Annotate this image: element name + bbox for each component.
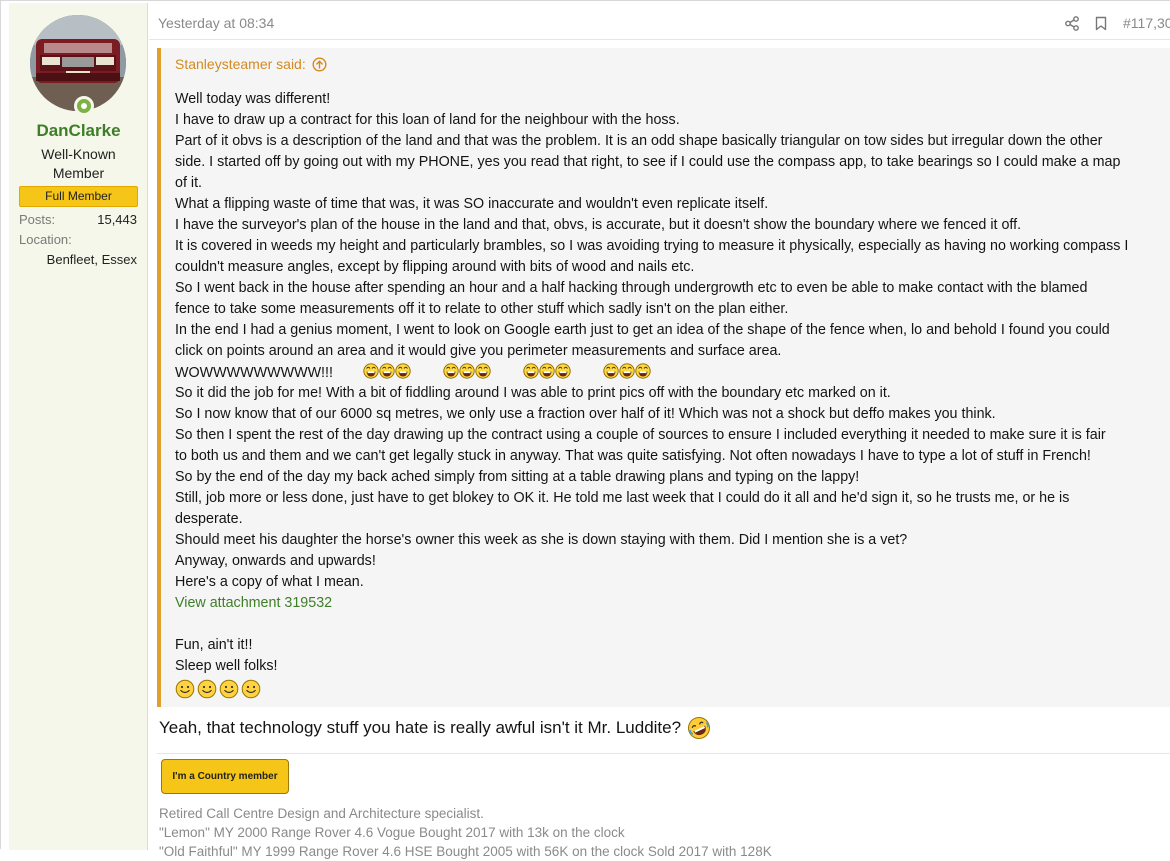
wow-line: WOWWWWWWWWW!!!: [175, 362, 1170, 383]
post-main: Yesterday at 08:34 #117,300: [149, 1, 1170, 859]
post-actions: #117,300: [1065, 13, 1170, 33]
quote-line: of it.: [175, 175, 203, 191]
quote-line: It is covered in weeds my height and par…: [175, 238, 1129, 254]
quote-line: So it did the job for me! With a bit of …: [175, 385, 891, 401]
quote-line: So then I spent the rest of the day draw…: [175, 427, 1106, 443]
wow-text: WOWWWWWWWWW!!!: [175, 365, 333, 381]
user-info-panel: DanClarke Well-Known Member Full Member …: [9, 3, 148, 850]
quote-line: Sleep well folks!: [175, 658, 278, 674]
signature-divider: [157, 753, 1170, 754]
quote-line: What a flipping waste of time that was, …: [175, 196, 769, 212]
attachment-link[interactable]: View attachment 319532: [175, 593, 1170, 614]
quote-line: Here's a copy of what I mean.: [175, 574, 364, 590]
smiley-icon: [241, 679, 261, 699]
quote-line: Fun, ain't it!!: [175, 637, 253, 653]
quote-line: I have the surveyor's plan of the house …: [175, 217, 1022, 233]
user-title: Well-Known Member: [41, 146, 116, 181]
user-banner: Full Member: [19, 186, 138, 207]
laughing-emoji-icon: [603, 363, 651, 379]
quote-line: So I went back in the house after spendi…: [175, 280, 1088, 296]
quote-attribution[interactable]: Stanleysteamer said:: [175, 56, 327, 72]
username[interactable]: DanClarke: [9, 121, 148, 141]
reply-text: Yeah, that technology stuff you hate is …: [159, 716, 711, 740]
quote-block: Stanleysteamer said: Well today was diff…: [157, 48, 1170, 707]
quote-line: click on points around an area and it wo…: [175, 343, 782, 359]
smiley-icon: [175, 679, 195, 699]
signature-line: "Lemon" MY 2000 Range Rover 4.6 Vogue Bo…: [159, 825, 625, 840]
reply-message: Yeah, that technology stuff you hate is …: [159, 718, 682, 737]
quote-line: Should meet his daughter the horse's own…: [175, 532, 908, 548]
post-number-link[interactable]: #117,300: [1123, 15, 1170, 31]
laughing-emoji-icon: [443, 363, 491, 379]
quote-line: to both us and them and we can't get leg…: [175, 448, 1091, 464]
post-date[interactable]: Yesterday at 08:34: [158, 15, 274, 31]
smiley-icon: [197, 679, 217, 699]
quote-line: Part of it obvs is a description of the …: [175, 133, 1103, 149]
signature-line: Retired Call Centre Design and Architect…: [159, 806, 484, 821]
quote-body: Well today was different! I have to draw…: [175, 89, 1170, 699]
country-member-button[interactable]: I'm a Country member: [161, 759, 289, 794]
quote-line: side. I started off by going out with my…: [175, 154, 1121, 170]
rofl-emoji-icon: [688, 717, 711, 739]
stat-posts-value: 15,443: [97, 212, 137, 227]
quote-line: So I now know that of our 6000 sq metres…: [175, 406, 996, 422]
laughing-emoji-icon: [363, 363, 411, 379]
share-icon[interactable]: [1065, 15, 1079, 31]
quote-line: Anyway, onwards and upwards!: [175, 553, 376, 569]
signature-line: "Old Faithful" MY 1999 Range Rover 4.6 H…: [159, 844, 772, 859]
quote-line: desperate.: [175, 511, 243, 527]
header-divider: [149, 39, 1170, 40]
stat-posts-label: Posts:: [19, 212, 56, 227]
smiley-icon: [219, 679, 239, 699]
stat-location-label: Location:: [19, 232, 72, 247]
signature: Retired Call Centre Design and Architect…: [159, 804, 772, 861]
laughing-emoji-icon: [523, 363, 571, 379]
stat-location-value[interactable]: Benfleet, Essex: [47, 252, 137, 267]
quote-line: Well today was different!: [175, 91, 331, 107]
smiley-row: [175, 679, 1170, 699]
quote-line: I have to draw up a contract for this lo…: [175, 112, 680, 128]
quote-line: Still, job more or less done, just have …: [175, 490, 1070, 506]
quote-author: Stanleysteamer said:: [175, 56, 306, 72]
arrow-up-circle-icon: [312, 56, 327, 72]
quote-line: In the end I had a genius moment, I went…: [175, 322, 1110, 338]
quote-line: couldn't measure angles, except by flipp…: [175, 259, 695, 275]
forum-post: DanClarke Well-Known Member Full Member …: [0, 0, 1170, 859]
bookmark-icon[interactable]: [1095, 16, 1107, 31]
quote-line: fence to take some measurements off it t…: [175, 301, 789, 317]
online-status-icon: [74, 96, 94, 116]
quote-line: So by the end of the day my back ached s…: [175, 469, 860, 485]
